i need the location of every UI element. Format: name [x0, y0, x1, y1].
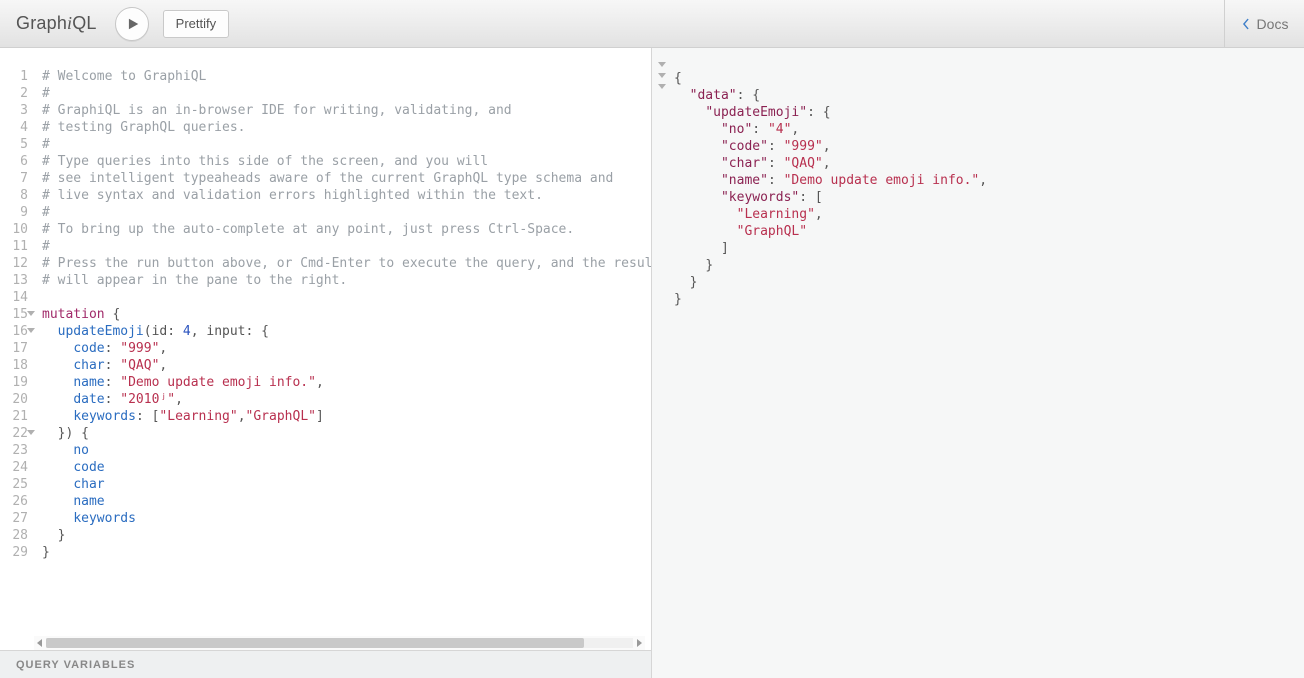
result-fold-gutter [656, 56, 668, 95]
chevron-left-icon [1241, 17, 1251, 31]
query-variables-label: QUERY VARIABLES [16, 659, 135, 671]
main-split: 1234567891011121314151617181920212223242… [0, 48, 1304, 678]
prettify-button[interactable]: Prettify [163, 10, 229, 38]
result-pane: { "data": { "updateEmoji": { "no": "4", … [652, 48, 1304, 678]
query-variables-bar[interactable]: QUERY VARIABLES [0, 650, 651, 678]
query-code-area[interactable]: # Welcome to GraphiQL # # GraphiQL is an… [34, 54, 651, 636]
query-editor-pane: 1234567891011121314151617181920212223242… [0, 48, 652, 678]
editor-horizontal-scrollbar[interactable] [34, 636, 645, 650]
scroll-right-icon[interactable] [637, 639, 642, 647]
scroll-thumb[interactable] [46, 638, 584, 648]
fold-icon[interactable] [658, 84, 666, 89]
docs-label: Docs [1257, 16, 1289, 32]
result-viewer[interactable]: { "data": { "updateEmoji": { "no": "4", … [656, 56, 1304, 308]
execute-button[interactable] [115, 7, 149, 41]
fold-icon[interactable] [658, 73, 666, 78]
logo-text-right: QL [72, 13, 96, 33]
scroll-left-icon[interactable] [37, 639, 42, 647]
line-number-gutter: 1234567891011121314151617181920212223242… [6, 54, 34, 636]
docs-toggle[interactable]: Docs [1224, 0, 1304, 47]
pane-resize-handle[interactable] [652, 48, 660, 678]
app-logo: GraphiQL [16, 13, 97, 34]
play-icon [126, 17, 140, 31]
top-toolbar: GraphiQL Prettify Docs [0, 0, 1304, 48]
logo-text-left: Graph [16, 13, 67, 33]
query-editor[interactable]: 1234567891011121314151617181920212223242… [6, 54, 651, 636]
fold-icon[interactable] [658, 62, 666, 67]
